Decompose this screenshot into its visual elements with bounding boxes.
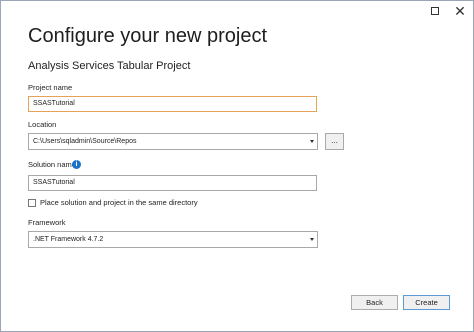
same-directory-checkbox[interactable] <box>28 199 36 207</box>
location-combobox[interactable]: C:\Users\sqladmin\Source\Repos <box>28 133 318 150</box>
project-type-subtitle: Analysis Services Tabular Project <box>28 60 191 72</box>
project-name-input[interactable]: SSASTutorial <box>28 96 317 112</box>
browse-location-button[interactable]: ... <box>325 133 344 150</box>
title-bar: ✕ <box>1 1 473 23</box>
framework-label: Framework <box>28 218 66 227</box>
chevron-down-icon[interactable] <box>310 140 314 143</box>
solution-name-input[interactable]: SSASTutorial <box>28 175 317 191</box>
chevron-down-icon[interactable] <box>310 238 314 241</box>
solution-name-label: Solution name <box>28 160 76 169</box>
dialog-window: ✕ Configure your new project Analysis Se… <box>0 0 474 332</box>
same-directory-label[interactable]: Place solution and project in the same d… <box>40 198 198 207</box>
project-name-label: Project name <box>28 83 73 92</box>
framework-value: .NET Framework 4.7.2 <box>33 236 104 243</box>
create-button[interactable]: Create <box>403 295 450 310</box>
close-icon: ✕ <box>454 3 466 19</box>
location-value: C:\Users\sqladmin\Source\Repos <box>33 138 137 145</box>
back-button[interactable]: Back <box>351 295 398 310</box>
framework-dropdown[interactable]: .NET Framework 4.7.2 <box>28 231 318 248</box>
location-label: Location <box>28 120 57 129</box>
maximize-button[interactable] <box>426 3 444 19</box>
maximize-icon <box>431 7 439 15</box>
info-icon[interactable]: i <box>72 160 81 169</box>
close-button[interactable]: ✕ <box>450 2 470 20</box>
page-title: Configure your new project <box>28 25 268 47</box>
